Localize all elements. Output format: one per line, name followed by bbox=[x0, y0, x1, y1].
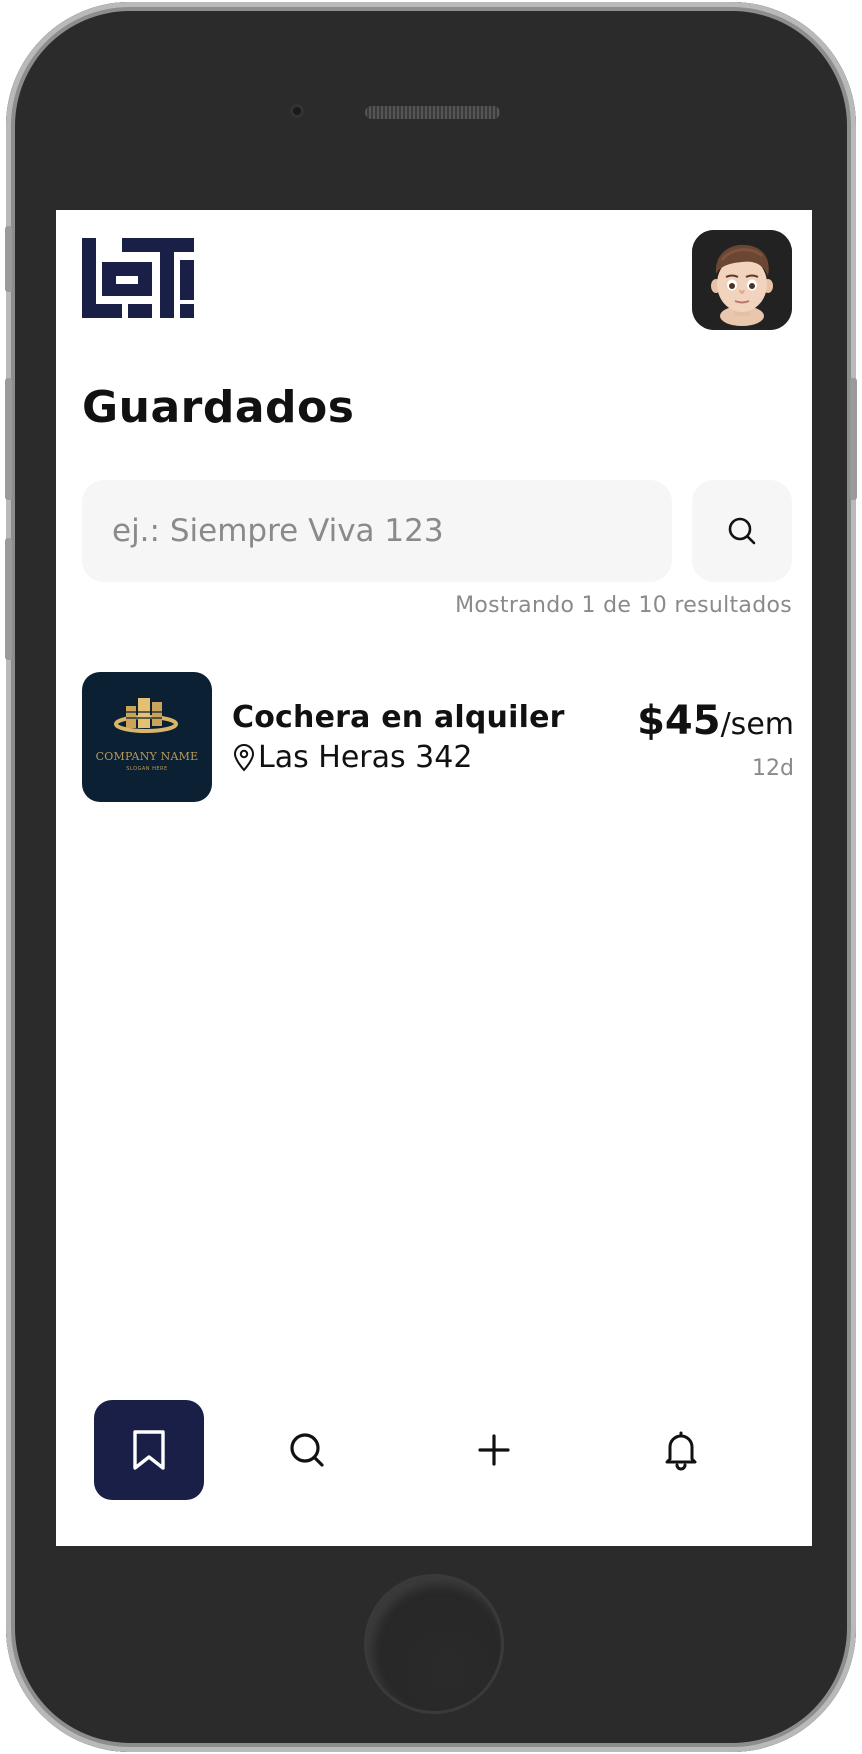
location-pin-icon bbox=[233, 743, 255, 771]
listing-address: Las Heras 342 bbox=[232, 740, 472, 775]
mute-switch bbox=[5, 226, 12, 292]
listing-card[interactable]: COMPANY NAME SLOGAN HERE Cochera en alqu… bbox=[82, 672, 794, 804]
listing-age: 12d bbox=[752, 756, 794, 781]
search-button[interactable] bbox=[692, 480, 792, 582]
volume-up-button bbox=[5, 378, 12, 500]
app-screen: Guardados Mostrando 1 de 10 resultados bbox=[56, 210, 812, 1546]
listing-title: Cochera en alquiler bbox=[232, 700, 565, 735]
price-amount: $45 bbox=[637, 698, 721, 744]
earpiece-speaker bbox=[365, 106, 500, 119]
search-input[interactable] bbox=[82, 480, 672, 582]
results-summary: Mostrando 1 de 10 resultados bbox=[455, 593, 792, 618]
thumbnail-company-name: COMPANY NAME bbox=[95, 750, 199, 763]
bottom-nav bbox=[56, 1400, 812, 1510]
front-camera bbox=[290, 104, 304, 118]
bookmark-icon bbox=[133, 1430, 165, 1470]
listing-price: $45/sem bbox=[637, 698, 794, 744]
app-logo bbox=[82, 238, 194, 318]
nav-search[interactable] bbox=[252, 1400, 362, 1500]
nav-saved[interactable] bbox=[94, 1400, 204, 1500]
bell-icon bbox=[665, 1431, 697, 1471]
company-logo-icon bbox=[114, 698, 178, 733]
nav-notifications[interactable] bbox=[626, 1400, 736, 1500]
power-button bbox=[850, 378, 857, 500]
listing-address-text: Las Heras 342 bbox=[258, 740, 473, 775]
search-icon bbox=[290, 1433, 324, 1467]
avatar[interactable] bbox=[692, 230, 792, 330]
thumbnail-slogan: SLOGAN HERE bbox=[126, 766, 168, 772]
volume-down-button bbox=[5, 538, 12, 660]
price-period: /sem bbox=[720, 707, 794, 742]
home-button[interactable] bbox=[364, 1574, 504, 1714]
search-icon bbox=[728, 517, 756, 545]
page-title: Guardados bbox=[82, 382, 355, 433]
plus-icon bbox=[478, 1434, 510, 1466]
memoji-avatar-icon bbox=[692, 230, 792, 330]
nav-add[interactable] bbox=[439, 1400, 549, 1500]
listing-thumbnail: COMPANY NAME SLOGAN HERE bbox=[82, 672, 212, 802]
phone-frame: Guardados Mostrando 1 de 10 resultados bbox=[5, 2, 857, 1752]
